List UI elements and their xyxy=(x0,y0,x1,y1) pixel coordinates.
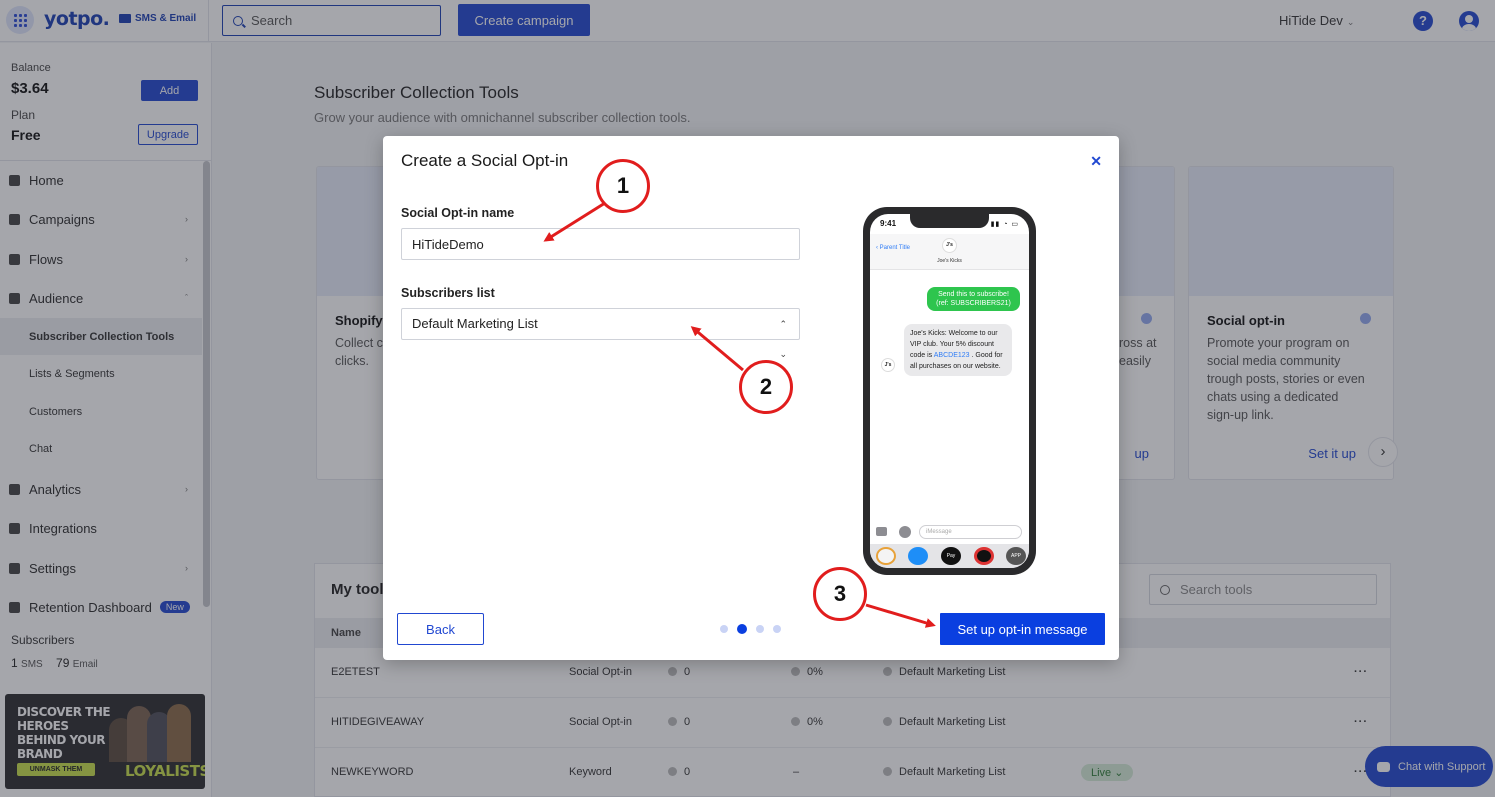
opt-in-name-field[interactable] xyxy=(401,228,800,260)
step-dot xyxy=(773,625,781,633)
set-up-opt-in-message-button[interactable]: Set up opt-in message xyxy=(940,613,1105,645)
step-dot xyxy=(720,625,728,633)
select-arrows-icon: ⌃ ⌄ xyxy=(779,319,787,359)
outgoing-message: Send this to subscribe! (ref: SUBSCRIBER… xyxy=(927,287,1020,311)
selected-list: Default Marketing List xyxy=(412,316,538,331)
step-dot xyxy=(756,625,764,633)
activity-icon xyxy=(974,547,994,565)
modal-title: Create a Social Opt-in xyxy=(401,151,569,170)
phone-notch xyxy=(910,214,989,228)
annotation-marker: 3 xyxy=(813,567,867,621)
back-button[interactable]: Back xyxy=(397,613,484,645)
app-store-icon xyxy=(899,526,911,538)
photos-icon xyxy=(876,547,896,565)
incoming-message: Joe's Kicks: Welcome to our VIP club. Yo… xyxy=(904,324,1012,376)
discount-code: ABCDE123 xyxy=(933,352,970,359)
opt-in-name-label: Social Opt-in name xyxy=(401,206,515,220)
sms-preview: 9:41 ▮▮ ◔ ▭ ‹ Parent Title J's Joe's Kic… xyxy=(861,203,1039,579)
close-icon[interactable]: ✕ xyxy=(1090,153,1102,170)
camera-icon xyxy=(876,527,887,536)
annotation-marker: 2 xyxy=(739,360,793,414)
app-drawer: Pay APP xyxy=(870,544,1029,568)
signal-icon: ▮▮ ◔ ▭ xyxy=(990,221,1019,228)
sender-avatar: J's xyxy=(881,358,895,372)
phone-screen: 9:41 ▮▮ ◔ ▭ ‹ Parent Title J's Joe's Kic… xyxy=(870,214,1029,568)
subscribers-list-label: Subscribers list xyxy=(401,286,495,300)
step-indicator xyxy=(720,624,781,634)
phone-mockup: 9:41 ▮▮ ◔ ▭ ‹ Parent Title J's Joe's Kic… xyxy=(863,207,1036,575)
apps-icon: APP xyxy=(1006,547,1026,565)
back-link: ‹ Parent Title xyxy=(876,245,911,251)
message-input-bar: iMessage xyxy=(870,524,1029,542)
contact-name: Joe's Kicks xyxy=(937,258,962,264)
imessage-field: iMessage xyxy=(919,525,1022,539)
contact-avatar: J's xyxy=(942,238,957,253)
apple-pay-icon: Pay xyxy=(941,547,961,565)
phone-time: 9:41 xyxy=(880,219,897,228)
subscribers-list-select[interactable]: Default Marketing List ⌃ ⌄ xyxy=(401,308,800,359)
step-dot xyxy=(737,624,747,634)
back-text: Parent Title xyxy=(879,245,911,251)
message-header: ‹ Parent Title J's Joe's Kicks xyxy=(870,234,1029,270)
annotation-marker: 1 xyxy=(596,159,650,213)
app-store-icon xyxy=(908,547,928,565)
